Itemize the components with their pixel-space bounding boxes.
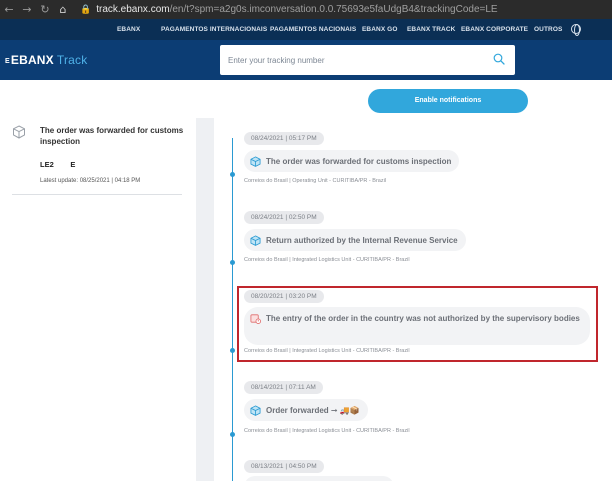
- timeline-dot: [230, 260, 235, 265]
- url-domain: track.ebanx.com: [96, 4, 170, 15]
- latest-update: Latest update: 08/25/2021 | 04:18 PM: [40, 178, 141, 184]
- forward-icon[interactable]: →: [18, 3, 36, 16]
- event-location: Correios do Brasil | Integrated Logistic…: [244, 428, 410, 434]
- event-date: 08/24/2021 | 05:17 PM: [244, 132, 324, 145]
- topnav-item-ebanx[interactable]: EBANX: [117, 19, 140, 40]
- topnav-item-ebanx-track[interactable]: EBANX TRACK: [407, 19, 455, 40]
- tracking-search-box[interactable]: [220, 45, 515, 75]
- event-text: The order was forwarded for customs insp…: [266, 156, 452, 166]
- event-text: Return authorized by the Internal Revenu…: [266, 235, 458, 245]
- package-icon: [250, 404, 261, 416]
- event-location: Correios do Brasil | Integrated Logistic…: [244, 257, 410, 263]
- package-icon: [250, 234, 261, 246]
- event-card: Return authorized by the Internal Revenu…: [244, 229, 466, 251]
- package-icon: [250, 155, 261, 167]
- address-bar[interactable]: track.ebanx.com/en/t?spm=a2g0s.imconvers…: [96, 4, 497, 15]
- event-card: [244, 476, 394, 481]
- event-date: 08/24/2021 | 02:50 PM: [244, 211, 324, 224]
- timeline-line: [232, 138, 233, 481]
- home-icon[interactable]: ⌂: [54, 3, 72, 16]
- topnav-item-ebanx-corporate[interactable]: EBANX CORPORATE: [461, 19, 528, 40]
- event-card: The order was forwarded for customs insp…: [244, 150, 460, 172]
- topnav-item-pagamentos-nacionais[interactable]: PAGAMENTOS NACIONAIS: [270, 19, 356, 40]
- globe-icon[interactable]: [571, 24, 581, 36]
- event-date: 08/14/2021 | 07:11 AM: [244, 381, 323, 394]
- event-card: Order forwarded ➞ 🚚📦: [244, 399, 368, 421]
- url-path: /en/t?spm=a2g0s.imconversation.0.0.75693…: [169, 4, 498, 15]
- timeline-dot: [230, 348, 235, 353]
- sidebar-divider: [12, 194, 182, 195]
- reload-icon[interactable]: ↻: [36, 3, 54, 16]
- panel-divider: [196, 118, 214, 481]
- tracking-number-input[interactable]: [228, 53, 468, 67]
- ebanx-track-logo[interactable]: EEBANX Track: [5, 53, 87, 67]
- timeline-dot: [230, 172, 235, 177]
- logo-mark: E: [5, 58, 10, 65]
- search-icon[interactable]: [493, 53, 505, 65]
- timeline-dot: [230, 432, 235, 437]
- browser-toolbar: ← → ↻ ⌂ 🔒 track.ebanx.com/en/t?spm=a2g0s…: [0, 0, 612, 19]
- topnav-item-pagamentos-internacionais[interactable]: PAGAMENTOS INTERNACIONAIS: [161, 19, 267, 40]
- event-date: 08/13/2021 | 04:50 PM: [244, 460, 324, 473]
- package-icon: [13, 125, 25, 139]
- logo-text: EBANX: [10, 53, 54, 67]
- top-nav: EBANX PAGAMENTOS INTERNACIONAIS PAGAMENT…: [0, 19, 612, 40]
- enable-notifications-button[interactable]: Enable notifications: [368, 89, 528, 113]
- event-location: Correios do Brasil | Operating Unit - CU…: [244, 178, 387, 184]
- topnav-item-ebanx-go[interactable]: EBANX GO: [362, 19, 397, 40]
- back-icon[interactable]: ←: [0, 3, 18, 16]
- lock-icon[interactable]: 🔒: [80, 5, 91, 15]
- tracking-code: LE2 E: [40, 160, 76, 169]
- highlight-box: [237, 286, 598, 362]
- logo-sub: Track: [56, 53, 88, 67]
- order-status-title: The order was forwarded for customs insp…: [40, 126, 184, 146]
- event-text: Order forwarded ➞ 🚚📦: [266, 405, 360, 415]
- topnav-item-outros[interactable]: OUTROS: [534, 19, 562, 40]
